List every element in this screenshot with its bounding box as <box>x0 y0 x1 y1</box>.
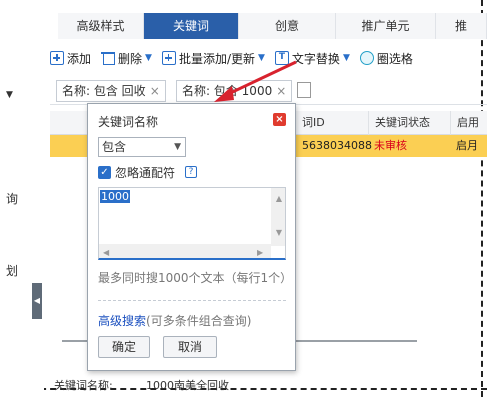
tab-ad-unit[interactable]: 推广单元 <box>336 13 436 39</box>
trash-icon <box>101 51 116 65</box>
delete-button[interactable]: 删除 ▼ <box>101 50 152 67</box>
sidebar-mark-1: 询 <box>6 192 19 206</box>
tab-advanced-style[interactable]: 高级样式 <box>58 13 144 39</box>
scroll-left-icon[interactable]: ◀ <box>103 248 109 257</box>
advanced-search-link[interactable]: 高级搜索 <box>98 314 146 328</box>
column-enabled[interactable]: 启用 <box>450 111 487 135</box>
scroll-right-icon[interactable]: ▶ <box>257 248 263 257</box>
match-type-select[interactable]: 包含 ▼ <box>98 137 186 157</box>
scroll-down-icon[interactable]: ▼ <box>276 228 282 237</box>
sidebar-caret-icon[interactable]: ▼ <box>6 90 13 100</box>
limit-hint: 最多同时搜1000个文本（每行1个） <box>98 271 293 285</box>
detail-bar: 关键词名称: 1000南美全回收 <box>44 373 487 397</box>
keywords-textarea[interactable]: 1000 ▲ ▼ ◀ ▶ <box>98 187 286 260</box>
sidebar-mark-2: 划 <box>6 264 19 278</box>
ignore-wildcard-row: ✓ 忽略通配符 ? <box>98 164 198 180</box>
filter-chip-recycle[interactable]: 名称: 包含 回收 × <box>56 80 166 102</box>
select-icon <box>359 51 374 65</box>
chevron-down-icon[interactable]: ▼ <box>343 53 350 63</box>
tab-more[interactable]: 推 <box>436 13 487 39</box>
textarea-value: 1000 <box>100 190 130 203</box>
left-sidebar: 询 划 ▼ ◀ <box>0 0 44 397</box>
enabled-cell: 启月 <box>456 139 478 152</box>
column-keyword-id[interactable]: 词ID <box>296 111 368 135</box>
detail-value[interactable]: 1000南美全回收 <box>146 377 229 393</box>
help-icon[interactable]: ? <box>185 166 198 178</box>
keyword-name-filter-popup: 关键词名称 × 包含 ▼ ✓ 忽略通配符 ? 1000 ▲ ▼ ◀ ▶ 最多同时… <box>87 103 296 371</box>
popup-divider <box>98 300 286 301</box>
close-icon[interactable]: × <box>273 113 286 126</box>
tab-bar: 高级样式 关键词 创意 推广单元 推 <box>58 13 487 39</box>
ok-button[interactable]: 确定 <box>98 336 150 358</box>
select-button[interactable]: 圈选格 <box>359 50 413 67</box>
horizontal-scrollbar[interactable] <box>99 244 271 258</box>
cancel-button[interactable]: 取消 <box>163 336 217 358</box>
ignore-wildcard-label: 忽略通配符 <box>115 165 176 180</box>
advanced-search-row: 高级搜索(可多条件组合查询) <box>98 312 251 329</box>
tab-keywords[interactable]: 关键词 <box>144 13 239 39</box>
annotation-arrow <box>214 60 297 102</box>
collapse-handle[interactable]: ◀ <box>32 283 42 319</box>
column-keyword-status[interactable]: 关键词状态 <box>368 111 450 135</box>
checkbox-column <box>50 111 74 135</box>
tab-creative[interactable]: 创意 <box>239 13 336 39</box>
ignore-wildcard-checkbox[interactable]: ✓ <box>98 165 111 179</box>
batch-add-icon <box>161 51 176 65</box>
plus-icon <box>50 51 64 65</box>
scroll-up-icon[interactable]: ▲ <box>276 194 282 203</box>
detail-label: 关键词名称: <box>54 379 113 392</box>
chevron-down-icon[interactable]: ▼ <box>145 53 152 63</box>
keyword-id-cell: 5638034088 <box>302 139 372 152</box>
chevron-down-icon: ▼ <box>174 142 181 152</box>
popup-title: 关键词名称 <box>98 115 159 129</box>
advanced-search-hint: (可多条件组合查询) <box>146 314 252 328</box>
close-icon[interactable]: × <box>150 84 160 98</box>
status-cell: 未审核 <box>374 139 407 152</box>
add-button[interactable]: 添加 <box>50 50 91 67</box>
